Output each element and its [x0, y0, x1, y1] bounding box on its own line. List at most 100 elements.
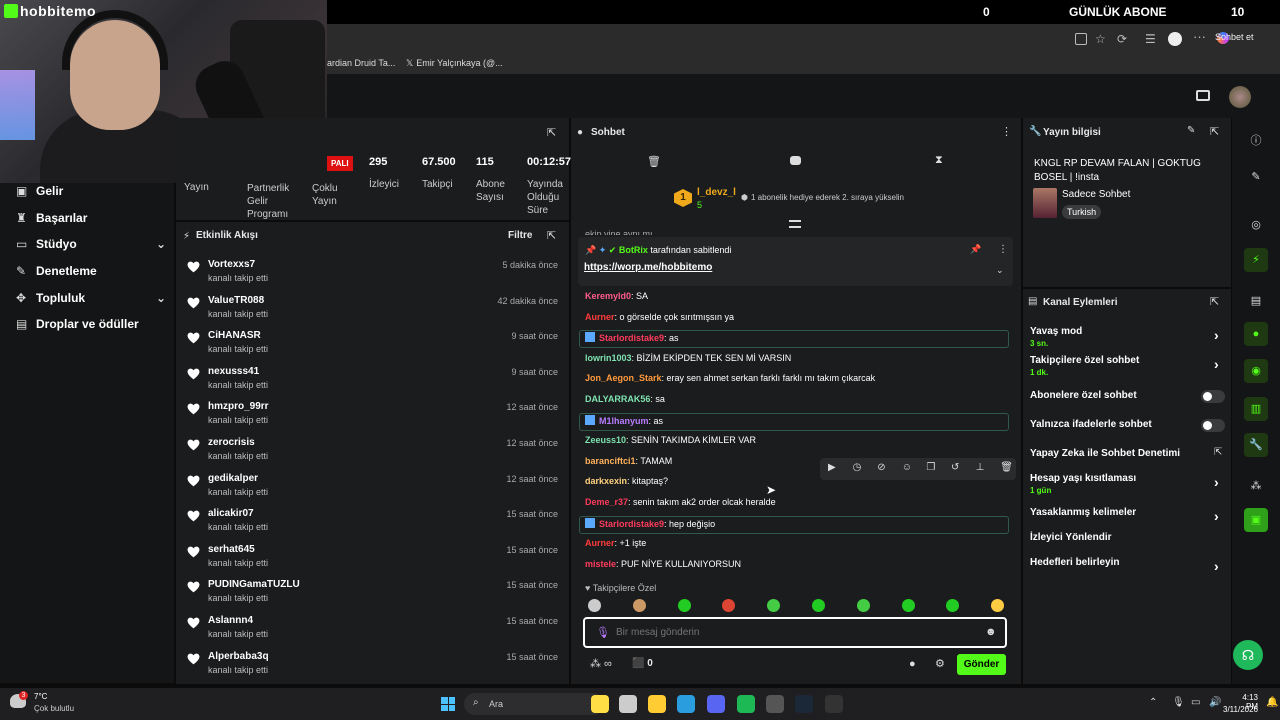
spotify-icon[interactable]: [737, 695, 755, 713]
support-icon[interactable]: ☊: [1233, 640, 1263, 670]
chat-username[interactable]: darkxexin: [585, 476, 627, 486]
channel-action-label[interactable]: Hedefleri belirleyin: [1030, 557, 1119, 568]
activity-username[interactable]: Vortexxs7: [208, 259, 255, 270]
chat-message[interactable]: DALYARRAK56: sa: [585, 394, 665, 404]
popout-icon[interactable]: ⇱: [1210, 295, 1219, 308]
chevron-right-icon[interactable]: ›: [1214, 356, 1219, 372]
terminal-icon[interactable]: [766, 695, 784, 713]
video-icon[interactable]: ▣: [1244, 508, 1268, 532]
chat-message[interactable]: Aurner: o görselde çok sırıtmışsın ya: [585, 312, 734, 322]
chat-message[interactable]: darkxexin: kitaptaş?: [585, 476, 668, 486]
gift-count[interactable]: ⬛ 0: [632, 658, 653, 669]
more-icon[interactable]: ···: [1193, 29, 1206, 44]
task-view-icon[interactable]: [619, 695, 637, 713]
chevron-right-icon[interactable]: ›: [1214, 474, 1219, 490]
popout-icon[interactable]: ⇱: [547, 229, 556, 242]
pinned-link[interactable]: https://worp.me/hobbitemo: [584, 262, 712, 273]
profile-icon[interactable]: [1168, 32, 1182, 46]
chat-username[interactable]: baranciftci1: [585, 456, 636, 466]
windows-start-icon[interactable]: [441, 697, 455, 711]
sidebar-item[interactable]: ✎ Denetleme: [16, 264, 166, 278]
tab-yayin[interactable]: Yayın: [184, 182, 209, 193]
trash-icon[interactable]: 🗑: [1000, 462, 1013, 473]
tab-partnerlik[interactable]: Partnerlik Gelir Programı: [247, 182, 307, 221]
refresh-icon[interactable]: ⟳: [1117, 32, 1127, 46]
emote-icon[interactable]: ☺: [902, 462, 912, 473]
sidebar-item[interactable]: ✥ Topluluk ⌄: [16, 291, 166, 305]
temperature[interactable]: 7°C: [34, 692, 47, 701]
chat-message-input[interactable]: [616, 624, 971, 641]
hourglass-icon[interactable]: ⧗: [935, 154, 943, 167]
chat-username[interactable]: Deme_r37: [585, 497, 628, 507]
chat-bubble-icon[interactable]: ●: [909, 658, 916, 670]
toggle-switch[interactable]: [1201, 390, 1225, 403]
emote-icon[interactable]: [588, 599, 601, 612]
filter-button[interactable]: Filtre: [508, 230, 532, 241]
gear-icon[interactable]: ⚙: [935, 657, 945, 670]
chat-username[interactable]: mistele: [585, 559, 616, 569]
chat-menu-icon[interactable]: ⋮: [1001, 125, 1012, 138]
emote-icon[interactable]: [856, 599, 870, 612]
favorite-icon[interactable]: ☆: [1095, 32, 1106, 46]
unpin-icon[interactable]: 📌: [970, 244, 981, 255]
mic-tray-icon[interactable]: 🎙: [1172, 697, 1185, 708]
toggle-switch[interactable]: [1201, 419, 1225, 432]
gifter-name[interactable]: l_devz_l: [697, 187, 736, 198]
chat-message[interactable]: Jon_Aegon_Stark: eray sen ahmet serkan f…: [585, 373, 875, 383]
channel-action-label[interactable]: Hesap yaşı kısıtlaması: [1030, 473, 1136, 484]
chevron-down-icon[interactable]: ⌄: [996, 265, 1004, 276]
emote-icon[interactable]: [812, 599, 825, 612]
clock-icon[interactable]: ◷: [853, 462, 862, 473]
send-button[interactable]: Gönder: [957, 654, 1006, 675]
clock-date[interactable]: 3/11/2026: [1222, 705, 1258, 714]
document-icon[interactable]: ▤: [1244, 289, 1268, 313]
category-name[interactable]: Sadece Sohbet: [1062, 189, 1130, 200]
play-icon[interactable]: ▶: [828, 462, 836, 473]
chat-message[interactable]: mistele: PUF NİYE KULLANIYORSUN: [585, 559, 741, 569]
bolt-icon[interactable]: ⚡: [1244, 248, 1268, 272]
collapse-icon[interactable]: [789, 220, 801, 228]
category-thumbnail[interactable]: [1033, 188, 1057, 218]
channel-action-label[interactable]: Takipçilere özel sohbet: [1030, 355, 1139, 366]
activity-username[interactable]: Aslannn4: [208, 615, 253, 626]
chat-message[interactable]: Keremyld0: SA: [585, 291, 648, 301]
sidebar-item[interactable]: ▭ Stüdyo ⌄: [16, 237, 166, 251]
network-icon[interactable]: ▭: [1191, 697, 1200, 708]
chat-message[interactable]: lowrin1003: BİZİM EKİPDEN TEK SEN Mİ VAR…: [585, 353, 791, 363]
edge-icon[interactable]: [677, 695, 695, 713]
chevron-down-icon[interactable]: ⌄: [156, 237, 166, 251]
emote-icon[interactable]: [632, 599, 646, 612]
community-icon[interactable]: ⁂: [1244, 474, 1268, 498]
activity-username[interactable]: ValueTR088: [208, 295, 264, 306]
emote-icon[interactable]: [901, 599, 915, 612]
chat-username[interactable]: Keremyld0: [585, 291, 631, 301]
pinned-menu-icon[interactable]: ⋮: [998, 244, 1008, 255]
bookmark-item[interactable]: ardian Druid Ta...: [327, 58, 395, 68]
collections-icon[interactable]: ☰: [1145, 32, 1156, 46]
channel-action-label[interactable]: Yalnızca ifadelerle sohbet: [1030, 419, 1152, 430]
broadcast-icon[interactable]: ◉: [1244, 359, 1268, 383]
file-explorer-icon[interactable]: [591, 695, 609, 713]
chat-username[interactable]: M1lhanyum: [599, 416, 649, 426]
obs-icon[interactable]: [825, 695, 843, 713]
chat-message[interactable]: baranciftci1: TAMAM: [585, 456, 672, 466]
emoji-icon[interactable]: ☻: [985, 626, 997, 638]
chat-message[interactable]: Zeeuss10: SENİN TAKIMDA KİMLER VAR: [585, 435, 756, 445]
chat-message[interactable]: Starlordistake9: hep değişio: [585, 517, 715, 529]
popout-icon[interactable]: ⇱: [1210, 125, 1219, 138]
channel-action-label[interactable]: Abonelere özel sohbet: [1030, 390, 1137, 401]
volume-icon[interactable]: 🔊: [1209, 697, 1221, 708]
chevron-down-icon[interactable]: ⌄: [156, 291, 166, 305]
chat-username[interactable]: lowrin1003: [585, 353, 632, 363]
copy-icon[interactable]: ❐: [926, 462, 935, 473]
weather-text[interactable]: Çok bulutlu: [34, 704, 74, 713]
sidebar-item[interactable]: ▣ Gelir: [16, 184, 166, 198]
edit-icon[interactable]: ✎: [1244, 165, 1268, 189]
wrench-icon[interactable]: 🔧: [1244, 433, 1268, 457]
bookmark-item[interactable]: 𝕏 Emir Yalçınkaya (@...: [406, 58, 503, 69]
chat-username[interactable]: Starlordistake9: [599, 333, 664, 343]
language-tag[interactable]: Turkish: [1062, 205, 1102, 219]
undo-icon[interactable]: ↺: [951, 462, 959, 473]
tray-chevron-icon[interactable]: ⌃: [1149, 697, 1157, 708]
tab-coklu-yayin[interactable]: Çoklu Yayın: [312, 182, 352, 208]
